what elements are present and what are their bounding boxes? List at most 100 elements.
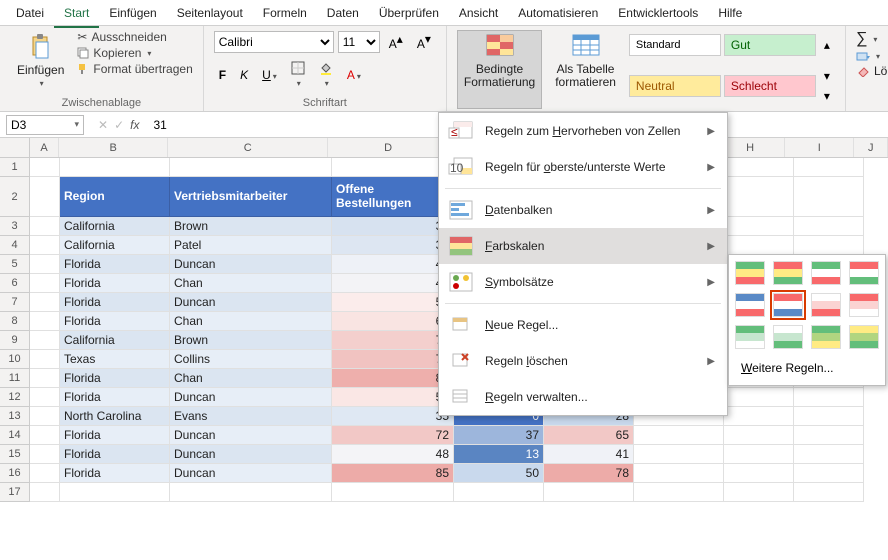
cell-region[interactable]: Florida xyxy=(60,274,170,293)
select-all-corner[interactable] xyxy=(0,138,30,157)
menu-tab-start[interactable]: Start xyxy=(54,2,99,28)
cell[interactable] xyxy=(454,483,544,502)
styles-more[interactable]: ▾ xyxy=(819,87,835,105)
cell[interactable] xyxy=(794,236,864,255)
cell[interactable] xyxy=(794,217,864,236)
cell[interactable] xyxy=(794,177,864,217)
colorscale-gw[interactable] xyxy=(735,325,765,349)
row-header[interactable]: 3 xyxy=(0,217,30,236)
confirm-formula-icon[interactable]: ✓ xyxy=(114,118,124,132)
menu-highlight-rules[interactable]: ≤ Regeln zum Hervorheben von Zellen ▶ xyxy=(439,113,727,149)
cell[interactable] xyxy=(30,331,60,350)
cell-d[interactable]: 31 xyxy=(332,217,454,236)
cell[interactable] xyxy=(724,426,794,445)
menu-tab-formeln[interactable]: Formeln xyxy=(253,2,317,26)
cell[interactable] xyxy=(634,445,724,464)
cell-region[interactable]: Texas xyxy=(60,350,170,369)
cell-rep[interactable]: Collins xyxy=(170,350,332,369)
cell-d[interactable]: 47 xyxy=(332,274,454,293)
cell-rep[interactable]: Brown xyxy=(170,217,332,236)
cell[interactable] xyxy=(332,483,454,502)
style-standard-label[interactable] xyxy=(636,39,714,51)
cell[interactable] xyxy=(724,407,794,426)
col-header-B[interactable]: B xyxy=(59,138,168,157)
cell-rep[interactable]: Chan xyxy=(170,274,332,293)
cell[interactable] xyxy=(634,483,724,502)
cell-region[interactable]: California xyxy=(60,331,170,350)
menu-tab-seitenlayout[interactable]: Seitenlayout xyxy=(167,2,253,26)
cell-f[interactable]: 41 xyxy=(544,445,634,464)
cell[interactable] xyxy=(724,158,794,177)
cell-d[interactable]: 44 xyxy=(332,255,454,274)
cell[interactable] xyxy=(30,293,60,312)
border-button[interactable]: ▾ xyxy=(286,59,310,91)
cell[interactable] xyxy=(794,388,864,407)
cell-d[interactable]: 60 xyxy=(332,312,454,331)
row-header[interactable]: 13 xyxy=(0,407,30,426)
underline-button[interactable]: U▾ xyxy=(257,66,282,84)
cell-region[interactable]: California xyxy=(60,217,170,236)
bold-button[interactable]: F xyxy=(214,66,231,84)
cell[interactable] xyxy=(30,388,60,407)
colorscale-yg[interactable] xyxy=(849,325,879,349)
cell-rep[interactable]: Duncan xyxy=(170,426,332,445)
cell-d[interactable]: 48 xyxy=(332,445,454,464)
row-header[interactable]: 4 xyxy=(0,236,30,255)
row-header[interactable]: 5 xyxy=(0,255,30,274)
cell-rep[interactable]: Duncan xyxy=(170,388,332,407)
cell[interactable] xyxy=(30,158,60,177)
cell[interactable] xyxy=(724,464,794,483)
styles-scroll-up[interactable]: ▴ xyxy=(819,36,835,54)
menu-new-rule[interactable]: Neue Regel... xyxy=(439,307,727,343)
cell-d[interactable]: 35 xyxy=(332,407,454,426)
menu-top-bottom-rules[interactable]: 10 Regeln für oberste/unterste Werte ▶ xyxy=(439,149,727,185)
menu-tab-hilfe[interactable]: Hilfe xyxy=(708,2,752,26)
style-neutral[interactable]: Neutral xyxy=(629,75,721,97)
cell[interactable] xyxy=(30,445,60,464)
font-color-button[interactable]: A▾ xyxy=(342,66,366,84)
paste-button[interactable]: Einfügen ▾ xyxy=(10,30,71,97)
cell-f[interactable]: 78 xyxy=(544,464,634,483)
cell-region[interactable]: Florida xyxy=(60,293,170,312)
menu-tab-überprüfen[interactable]: Überprüfen xyxy=(369,2,449,26)
cell[interactable] xyxy=(30,236,60,255)
cell[interactable] xyxy=(60,483,170,502)
colorscale-rw[interactable] xyxy=(849,293,879,317)
fill-button[interactable]: ▾ xyxy=(856,50,887,62)
cell-rep[interactable]: Chan xyxy=(170,312,332,331)
row-header[interactable]: 12 xyxy=(0,388,30,407)
cell-f[interactable]: 65 xyxy=(544,426,634,445)
style-gut[interactable]: Gut xyxy=(724,34,816,56)
colorscale-ryg[interactable] xyxy=(773,261,803,285)
name-box[interactable]: ▾ xyxy=(6,115,84,135)
format-painter-button[interactable]: Format übertragen xyxy=(77,62,192,76)
col-header-C[interactable]: C xyxy=(168,138,328,157)
cell[interactable] xyxy=(170,483,332,502)
colorscale-wr[interactable] xyxy=(811,293,841,317)
autosum-button[interactable]: ∑▾ xyxy=(856,30,887,48)
cell[interactable] xyxy=(794,483,864,502)
cell[interactable] xyxy=(30,255,60,274)
copy-button[interactable]: Kopieren ▾ xyxy=(77,46,192,60)
cell[interactable] xyxy=(544,483,634,502)
cell-rep[interactable]: Brown xyxy=(170,331,332,350)
cell-rep[interactable]: Evans xyxy=(170,407,332,426)
cell-rep[interactable]: Duncan xyxy=(170,445,332,464)
style-standard[interactable] xyxy=(629,34,721,56)
row-header[interactable]: 17 xyxy=(0,483,30,502)
col-header-A[interactable]: A xyxy=(30,138,60,157)
row-header[interactable]: 8 xyxy=(0,312,30,331)
cell-d[interactable]: 70 xyxy=(332,331,454,350)
colorscale-wg[interactable] xyxy=(773,325,803,349)
cell[interactable] xyxy=(794,445,864,464)
cell-region[interactable]: Florida xyxy=(60,312,170,331)
colorscale-gy[interactable] xyxy=(811,325,841,349)
colorscale-gyC[interactable] xyxy=(735,261,765,285)
cell[interactable] xyxy=(30,177,60,217)
cell-region[interactable]: Florida xyxy=(60,445,170,464)
cell[interactable] xyxy=(30,407,60,426)
cancel-formula-icon[interactable]: ✕ xyxy=(98,118,108,132)
cell[interactable] xyxy=(60,158,170,177)
cell-region[interactable]: Florida xyxy=(60,426,170,445)
cell-d[interactable]: 85 xyxy=(332,464,454,483)
